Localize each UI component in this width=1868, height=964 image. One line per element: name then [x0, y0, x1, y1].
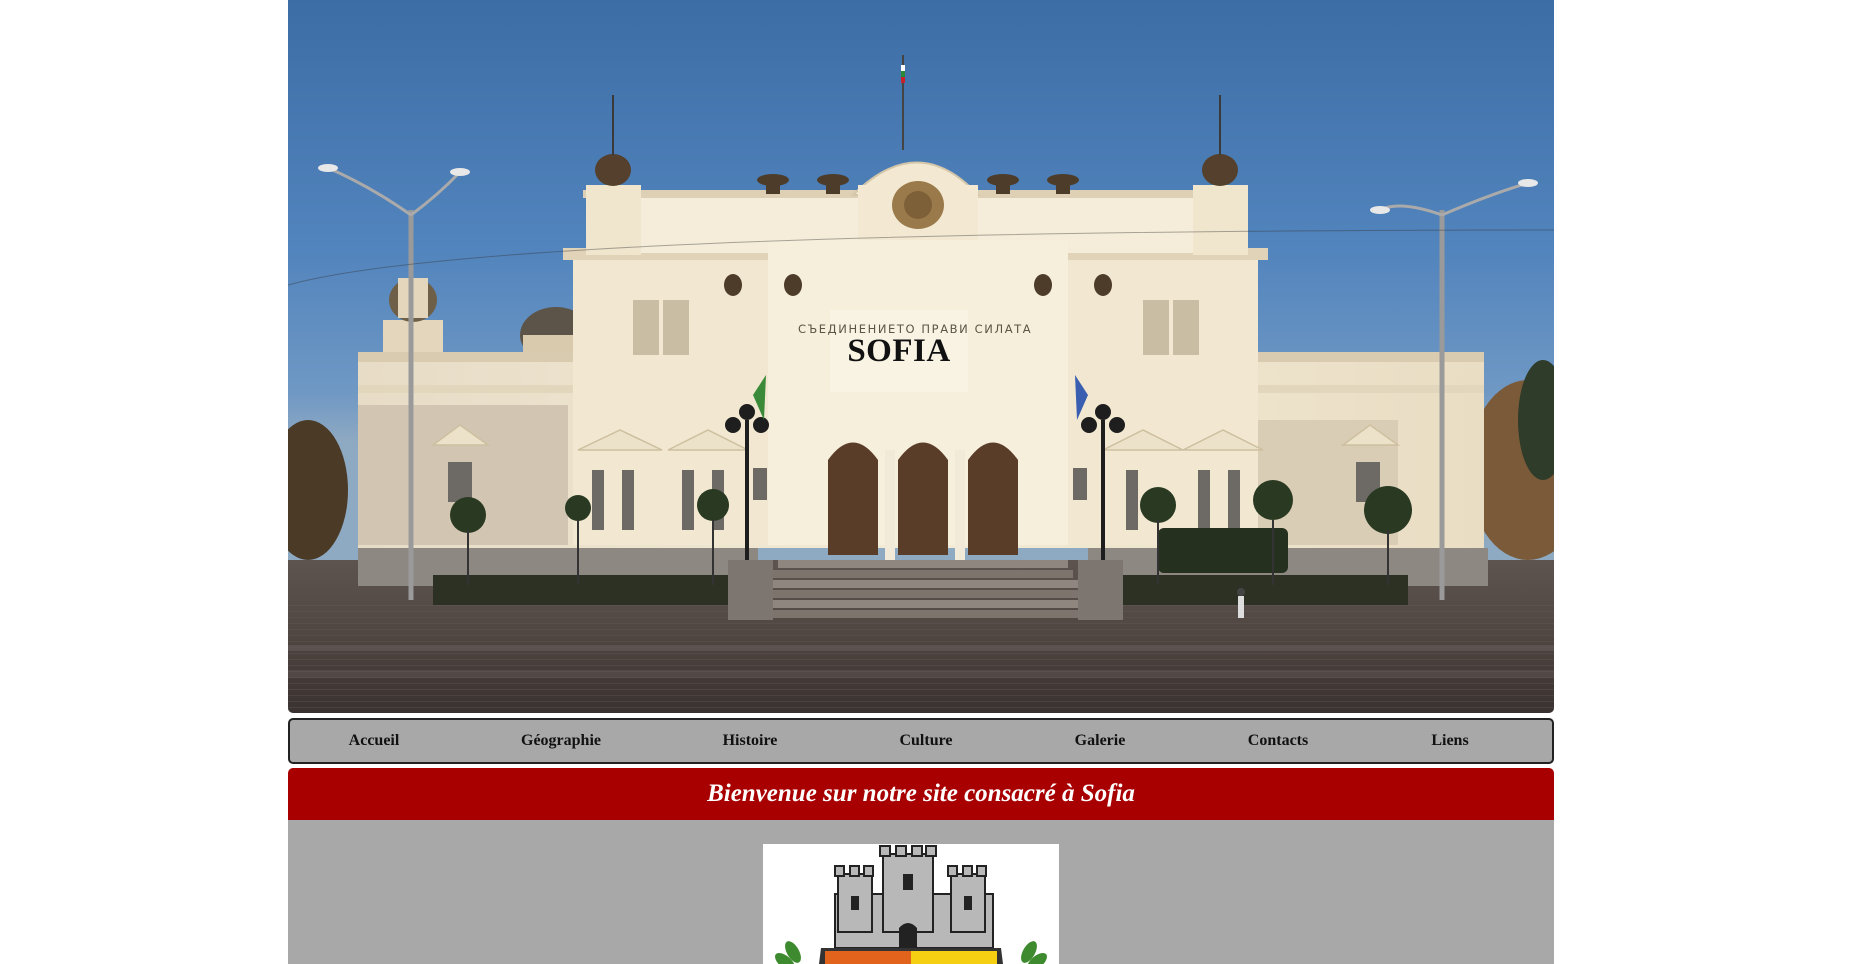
nav-item-contacts[interactable]: Contacts — [1248, 720, 1308, 762]
nav-item-culture[interactable]: Culture — [899, 720, 952, 762]
hero-title: SOFIA — [847, 333, 951, 369]
sofia-coat-of-arms-image — [763, 844, 1059, 964]
hero-banner-image: СЪЕДИНЕНИЕТО ПРАВИ СИЛАТА SOFIA — [288, 0, 1554, 713]
nav-item-galerie[interactable]: Galerie — [1075, 720, 1126, 762]
nav-item-geographie[interactable]: Géographie — [521, 720, 601, 762]
nav-item-histoire[interactable]: Histoire — [723, 720, 778, 762]
nav-item-accueil[interactable]: Accueil — [349, 720, 400, 762]
main-nav: Accueil Géographie Histoire Culture Gale… — [288, 718, 1554, 764]
welcome-banner: Bienvenue sur notre site consacré à Sofi… — [288, 768, 1554, 820]
coat-of-arms-icon — [775, 845, 1047, 964]
nav-item-liens[interactable]: Liens — [1431, 720, 1468, 762]
content-area — [288, 820, 1554, 964]
page: СЪЕДИНЕНИЕТО ПРАВИ СИЛАТА SOFIA Accueil … — [288, 0, 1554, 964]
